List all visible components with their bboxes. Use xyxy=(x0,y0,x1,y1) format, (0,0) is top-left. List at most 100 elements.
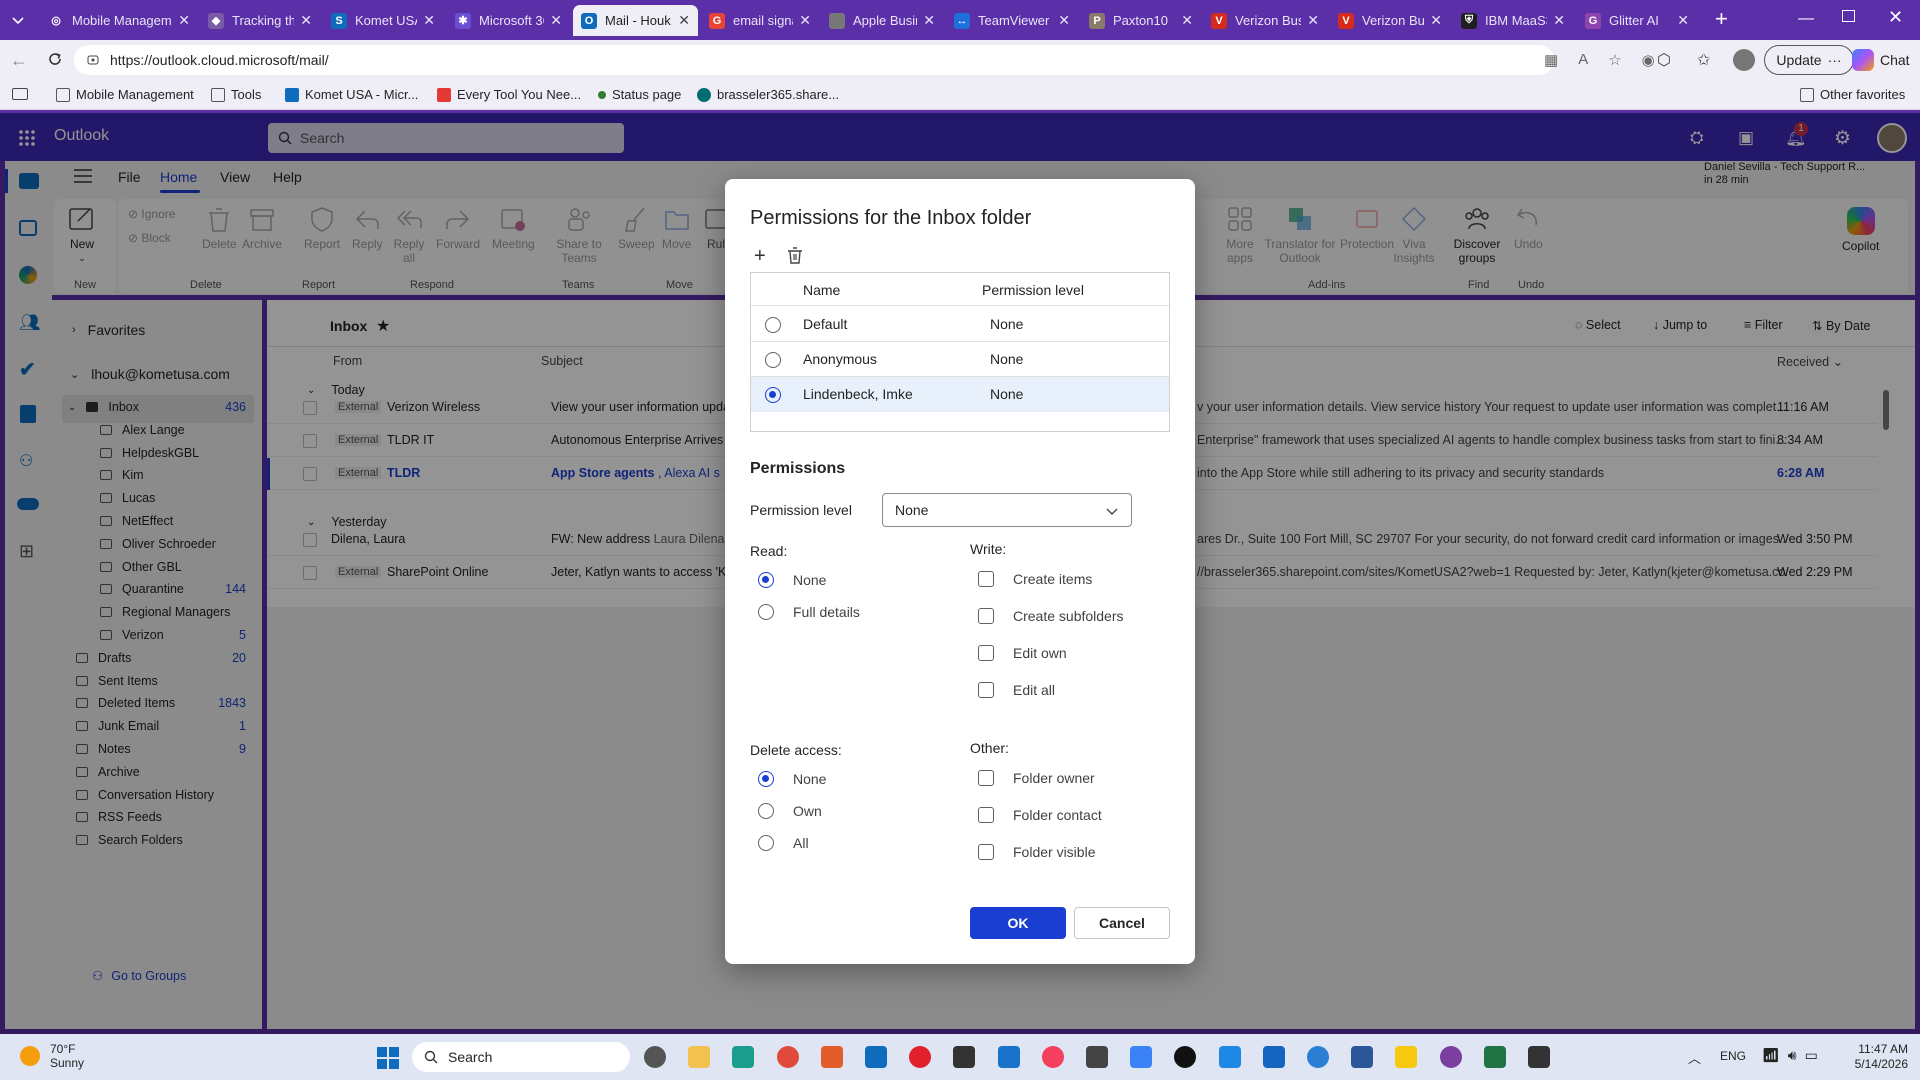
tab-close-icon[interactable]: ✕ xyxy=(1430,12,1442,29)
sun-weather-icon[interactable] xyxy=(20,1046,40,1066)
other-favorites[interactable]: Other favorites xyxy=(1800,87,1905,102)
file-explorer-icon[interactable] xyxy=(688,1046,711,1068)
browser-tab[interactable]: S Komet USA I ✕ xyxy=(323,5,443,36)
app-icon[interactable] xyxy=(1439,1046,1462,1068)
user-row[interactable]: Default None xyxy=(751,307,1169,342)
bookmark-brasseler[interactable]: brasseler365.share... xyxy=(697,87,839,102)
permission-level-dropdown[interactable]: None xyxy=(882,493,1132,527)
excel-icon[interactable] xyxy=(1483,1046,1506,1068)
edit-own-checkbox[interactable]: Edit own xyxy=(978,645,1067,661)
bookmark-status-page[interactable]: Status page xyxy=(595,87,681,102)
minimize-button[interactable]: — xyxy=(1798,10,1814,28)
tab-close-icon[interactable]: ✕ xyxy=(1553,12,1565,29)
edit-all-checkbox[interactable]: Edit all xyxy=(978,682,1055,698)
row-radio[interactable] xyxy=(765,352,781,368)
tray-overflow-icon[interactable]: ︿ xyxy=(1688,1048,1701,1067)
taskbar-search[interactable]: Search xyxy=(412,1042,630,1072)
tab-close-icon[interactable]: ✕ xyxy=(1058,12,1070,29)
tab-close-icon[interactable]: ✕ xyxy=(799,12,811,29)
delete-none-radio[interactable]: None xyxy=(758,771,826,787)
copilot-chat-button[interactable]: Chat xyxy=(1852,49,1910,71)
add-user-icon[interactable]: + xyxy=(754,246,766,266)
user-row[interactable]: Anonymous None xyxy=(751,342,1169,377)
music-icon[interactable] xyxy=(1041,1046,1064,1068)
update-button[interactable]: Update ··· xyxy=(1764,45,1854,75)
terminal-icon[interactable] xyxy=(953,1046,976,1068)
tab-close-icon[interactable]: ✕ xyxy=(178,12,190,29)
azure-icon[interactable] xyxy=(997,1046,1020,1068)
start-windows-icon[interactable] xyxy=(376,1046,400,1070)
bookmark-komet[interactable]: Komet USA - Micr... xyxy=(285,87,418,102)
create-subfolders-checkbox[interactable]: Create subfolders xyxy=(978,608,1124,624)
word-icon[interactable] xyxy=(1351,1046,1374,1068)
browser-tab[interactable]: ↔ TeamViewer ✕ xyxy=(946,5,1078,36)
opera-icon[interactable] xyxy=(909,1046,932,1068)
delete-all-radio[interactable]: All xyxy=(758,835,809,851)
notion-icon[interactable] xyxy=(1174,1046,1197,1068)
sophos-icon[interactable] xyxy=(820,1046,843,1068)
folder-owner-checkbox[interactable]: Folder owner xyxy=(978,770,1095,786)
edge-icon[interactable] xyxy=(732,1046,755,1068)
system-tray[interactable]: 📶︎ 🔊︎ ▭ xyxy=(1762,1047,1818,1064)
notepad-icon[interactable] xyxy=(1130,1046,1153,1068)
profile-avatar[interactable] xyxy=(1733,49,1755,71)
bookmark-mobile-management[interactable]: Mobile Management xyxy=(56,87,194,102)
tab-close-icon[interactable]: ✕ xyxy=(1307,12,1319,29)
sticky-notes-icon[interactable] xyxy=(1395,1046,1418,1068)
back-arrow-icon[interactable]: ← xyxy=(10,50,28,71)
browser-tab[interactable]: Gemail signatu ✕ xyxy=(701,5,819,36)
delete-own-radio[interactable]: Own xyxy=(758,803,822,819)
outlook-icon[interactable] xyxy=(865,1046,887,1068)
new-tab-button[interactable]: + xyxy=(1715,8,1728,30)
weather-widget[interactable]: 70°F Sunny xyxy=(50,1042,84,1070)
browser-tab[interactable]: ◎ Mobile Management ✕ xyxy=(40,5,198,36)
chrome-icon[interactable] xyxy=(776,1046,799,1068)
read-none-radio[interactable]: None xyxy=(758,572,826,588)
clock-app-icon[interactable] xyxy=(1086,1046,1108,1068)
maximize-button[interactable] xyxy=(1842,10,1855,22)
tab-close-icon[interactable]: ✕ xyxy=(1677,12,1689,29)
address-field[interactable]: https://outlook.cloud.microsoft/mail/ xyxy=(74,45,1554,75)
browser-tab[interactable]: O Mail - Houk, ✕ xyxy=(573,5,698,36)
ok-button[interactable]: OK xyxy=(970,907,1066,939)
browser-tab[interactable]: ✱ Microsoft 36 ✕ xyxy=(447,5,570,36)
tab-close-icon[interactable]: ✕ xyxy=(1181,12,1193,29)
folder-visible-checkbox[interactable]: Folder visible xyxy=(978,844,1095,860)
favorites-icon[interactable]: ✩ xyxy=(1697,50,1710,70)
bookmark-every-tool[interactable]: Every Tool You Nee... xyxy=(437,87,581,102)
tab-close-icon[interactable]: ✕ xyxy=(300,12,312,29)
collections-icon[interactable] xyxy=(12,88,28,100)
row-radio[interactable] xyxy=(765,317,781,333)
read-full-details-radio[interactable]: Full details xyxy=(758,604,860,620)
apps-icon[interactable]: ▦ xyxy=(1544,51,1558,69)
read-aloud-icon[interactable]: A xyxy=(1578,51,1588,69)
favorite-star-icon[interactable]: ☆ xyxy=(1608,51,1621,69)
browser-tab[interactable]: G Glitter AI ✕ xyxy=(1577,5,1697,36)
tracking-prevention-icon[interactable]: ◉ xyxy=(1642,51,1655,69)
browser-tab[interactable]: P Paxton10 ✕ xyxy=(1081,5,1201,36)
tab-close-icon[interactable]: ✕ xyxy=(423,12,435,29)
refresh-icon[interactable] xyxy=(46,50,64,68)
close-window-button[interactable]: ✕ xyxy=(1888,7,1903,28)
browser-tab[interactable]: V Verizon Busin ✕ xyxy=(1330,5,1450,36)
teamviewer-icon[interactable] xyxy=(1262,1046,1285,1068)
delete-user-icon[interactable] xyxy=(787,246,803,264)
bookmark-tools[interactable]: Tools xyxy=(211,87,261,102)
extensions-icon[interactable]: ⬡ xyxy=(1657,50,1671,70)
tab-actions-chevron-icon[interactable] xyxy=(8,10,28,30)
cancel-button[interactable]: Cancel xyxy=(1074,907,1170,939)
create-items-checkbox[interactable]: Create items xyxy=(978,571,1092,587)
row-radio[interactable] xyxy=(765,387,781,403)
folder-contact-checkbox[interactable]: Folder contact xyxy=(978,807,1102,823)
tab-close-icon[interactable]: ✕ xyxy=(550,12,562,29)
browser-tab[interactable]: ◆ Tracking the ✕ xyxy=(200,5,320,36)
site-info-icon[interactable] xyxy=(86,53,100,67)
remote-desktop-icon[interactable] xyxy=(1218,1046,1241,1068)
media-player-icon[interactable] xyxy=(1528,1046,1550,1068)
clock[interactable]: 11:47 AM 5/14/2026 xyxy=(1838,1042,1908,1072)
language-indicator[interactable]: ENG xyxy=(1720,1049,1746,1063)
user-row[interactable]: Lindenbeck, Imke None xyxy=(751,377,1169,412)
browser-tab[interactable]: Apple Busine ✕ xyxy=(821,5,943,36)
tab-close-icon[interactable]: ✕ xyxy=(923,12,935,29)
tab-close-icon[interactable]: ✕ xyxy=(678,12,690,29)
